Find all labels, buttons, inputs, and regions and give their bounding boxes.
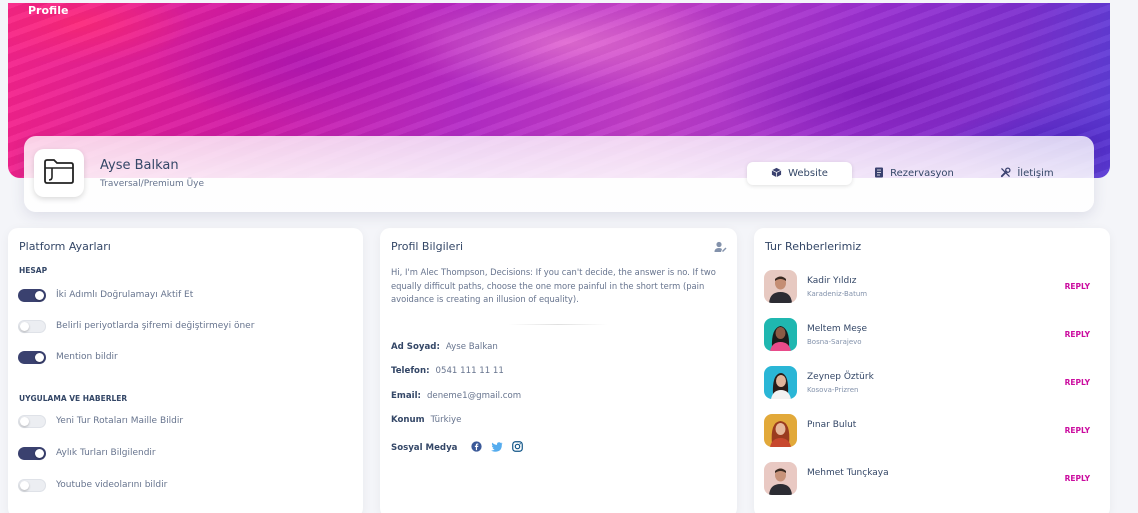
tab-website[interactable]: Website <box>747 162 852 185</box>
avatar <box>764 366 797 399</box>
tab-iletisim-label: İletişim <box>1017 168 1054 179</box>
profile-bio: Hi, I'm Alec Thompson, Decisions: If you… <box>391 267 716 304</box>
reply-button[interactable]: REPLY <box>1065 474 1090 483</box>
setting-label: Yeni Tur Rotaları Maille Bildir <box>56 416 184 426</box>
section-label-hesap: HESAP <box>19 266 48 275</box>
list-item: Kadir Yıldız Karadeniz-Batum REPLY <box>764 270 1100 304</box>
setting-label: Youtube videolarını bildir <box>56 480 168 490</box>
setting-row: Aylık Turları Bilgilendir <box>18 446 156 460</box>
setting-label: İki Adımlı Doğrulamayı Aktif Et <box>56 290 194 300</box>
tour-guides-card: Tur Rehberlerimiz Kadir Yıldız Karadeniz… <box>754 228 1110 513</box>
profile-avatar[interactable] <box>34 149 84 197</box>
reply-button[interactable]: REPLY <box>1065 378 1090 387</box>
tab-rezervasyon-label: Rezervasyon <box>890 168 954 179</box>
setting-toggle[interactable] <box>18 319 46 333</box>
info-row-name: Ad Soyad: Ayse Balkan <box>391 342 498 352</box>
platform-settings-title: Platform Ayarları <box>19 240 111 253</box>
info-row-email: Email: deneme1@gmail.com <box>391 391 521 401</box>
setting-row: Yeni Tur Rotaları Maille Bildir <box>18 414 183 428</box>
info-value: 0541 111 11 11 <box>435 366 504 376</box>
profile-subtitle: Traversal/Premium Üye <box>100 179 205 189</box>
instagram-icon[interactable] <box>512 441 524 455</box>
folder-icon <box>42 157 76 189</box>
tab-website-label: Website <box>788 168 828 179</box>
info-value: Türkiye <box>430 415 462 425</box>
cube-icon <box>771 167 782 181</box>
user-edit-icon[interactable] <box>713 240 727 254</box>
guide-name: Kadir Yıldız <box>807 276 857 286</box>
setting-toggle[interactable] <box>18 350 46 364</box>
info-row-social: Sosyal Medya <box>391 441 524 455</box>
setting-label: Belirli periyotlarda şifremi değiştirmey… <box>56 321 255 331</box>
guide-location: Karadeniz-Batum <box>807 290 868 298</box>
guide-location: Kosova-Prizren <box>807 386 859 394</box>
list-item: Zeynep Öztürk Kosova-Prizren REPLY <box>764 366 1100 400</box>
info-value: deneme1@gmail.com <box>426 391 522 401</box>
list-item: Meltem Meşe Bosna-Sarajevo REPLY <box>764 318 1100 352</box>
platform-settings-card: Platform Ayarları HESAP İki Adımlı Doğru… <box>8 228 363 513</box>
section-label-uygulama: UYGULAMA VE HABERLER <box>19 394 128 403</box>
guide-name: Zeynep Öztürk <box>807 372 874 382</box>
facebook-icon[interactable] <box>471 441 483 455</box>
list-item: Pınar Bulut REPLY <box>764 414 1100 448</box>
setting-label: Mention bildir <box>56 352 118 362</box>
info-label: Sosyal Medya <box>391 443 458 453</box>
tour-guides-title: Tur Rehberlerimiz <box>765 240 862 253</box>
profile-info-title: Profil Bilgileri <box>391 240 464 253</box>
info-label: Konum <box>391 415 425 425</box>
setting-label: Aylık Turları Bilgilendir <box>56 448 156 458</box>
divider <box>508 324 608 325</box>
guide-name: Meltem Meşe <box>807 324 868 334</box>
info-label: Ad Soyad: <box>391 342 440 352</box>
tools-icon <box>1000 166 1011 181</box>
avatar <box>764 318 797 351</box>
setting-row: İki Adımlı Doğrulamayı Aktif Et <box>18 288 193 302</box>
profile-name: Ayse Balkan <box>100 158 179 173</box>
guide-location: Bosna-Sarajevo <box>807 338 862 346</box>
setting-row: Youtube videolarını bildir <box>18 478 167 492</box>
tab-rezervasyon[interactable]: Rezervasyon <box>864 162 964 185</box>
reply-button[interactable]: REPLY <box>1065 282 1090 291</box>
setting-row: Belirli periyotlarda şifremi değiştirmey… <box>18 319 254 333</box>
setting-toggle[interactable] <box>18 446 46 460</box>
setting-toggle[interactable] <box>18 288 46 302</box>
page-title: Profile <box>28 4 69 17</box>
info-row-phone: Telefon: 0541 111 11 11 <box>391 366 504 376</box>
setting-toggle[interactable] <box>18 478 46 492</box>
info-row-location: Konum Türkiye <box>391 415 461 425</box>
profile-info-card: Profil Bilgileri Hi, I'm Alec Thompson, … <box>380 228 737 513</box>
document-icon <box>874 167 884 181</box>
list-item: Mehmet Tunçkaya REPLY <box>764 462 1100 496</box>
guide-name: Mehmet Tunçkaya <box>807 468 889 478</box>
setting-toggle[interactable] <box>18 414 46 428</box>
avatar <box>764 270 797 303</box>
info-value: Ayse Balkan <box>445 342 498 352</box>
setting-row: Mention bildir <box>18 350 118 364</box>
info-label: Email: <box>391 391 421 401</box>
reply-button[interactable]: REPLY <box>1065 426 1090 435</box>
info-label: Telefon: <box>391 366 430 376</box>
avatar <box>764 462 797 495</box>
avatar <box>764 414 797 447</box>
profile-header-card: Ayse Balkan Traversal/Premium Üye Websit… <box>24 136 1094 212</box>
reply-button[interactable]: REPLY <box>1065 330 1090 339</box>
guide-name: Pınar Bulut <box>807 420 857 430</box>
twitter-icon[interactable] <box>491 441 503 455</box>
tab-iletisim[interactable]: İletişim <box>992 162 1062 185</box>
